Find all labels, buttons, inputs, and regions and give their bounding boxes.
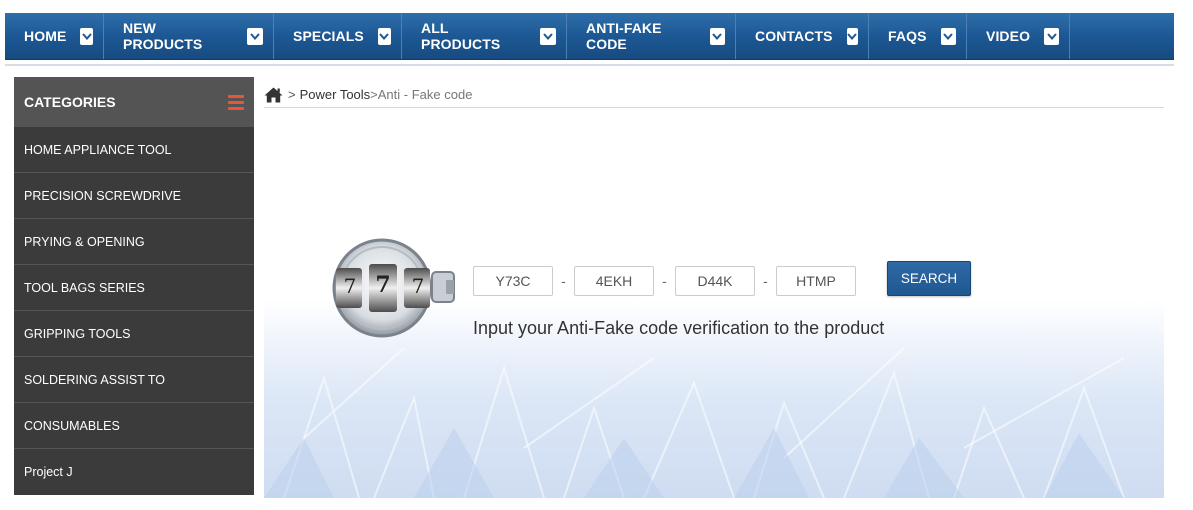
code-dash: - xyxy=(763,273,768,289)
nav-item-label: SPECIALS xyxy=(293,28,364,44)
breadcrumb-separator: > xyxy=(288,87,296,102)
hamburger-icon[interactable] xyxy=(228,94,244,110)
sidebar-item-consumables[interactable]: CONSUMABLES xyxy=(14,403,254,449)
main-nav: HOME NEW PRODUCTS SPECIALS ALL PRODUCTS … xyxy=(5,13,1174,60)
code-dash: - xyxy=(662,273,667,289)
chevron-down-icon[interactable] xyxy=(940,27,956,45)
anti-fake-panel: 7 7 7 - - - SEARCH Input your Anti-Fake … xyxy=(264,118,1164,498)
verification-hint: Input your Anti-Fake code verification t… xyxy=(473,318,885,338)
nav-item-new-products[interactable]: NEW PRODUCTS xyxy=(104,13,274,59)
code-input-2[interactable] xyxy=(574,266,654,296)
nav-item-specials[interactable]: SPECIALS xyxy=(274,13,402,59)
lock-digit: 7 xyxy=(375,272,391,298)
categories-sidebar: CATEGORIES HOME APPLIANCE TOOL PRECISION… xyxy=(14,77,254,495)
nav-item-anti-fake-code[interactable]: ANTI-FAKE CODE xyxy=(567,13,736,59)
sidebar-item-soldering-assist[interactable]: SOLDERING ASSIST TO xyxy=(14,357,254,403)
breadcrumb-current: >Anti - Fake code xyxy=(370,87,473,102)
nav-item-video[interactable]: VIDEO xyxy=(967,13,1070,59)
nav-divider xyxy=(5,64,1174,66)
sidebar-item-home-appliance-tool[interactable]: HOME APPLIANCE TOOL xyxy=(14,127,254,173)
chevron-down-icon[interactable] xyxy=(709,27,725,45)
nav-item-label: ALL PRODUCTS xyxy=(421,20,501,52)
nav-item-contacts[interactable]: CONTACTS xyxy=(736,13,869,59)
nav-item-label: CONTACTS xyxy=(755,28,833,44)
sidebar-item-project-j[interactable]: Project J xyxy=(14,449,254,495)
nav-item-label: FAQS xyxy=(888,28,927,44)
sidebar-item-tool-bags-series[interactable]: TOOL BAGS SERIES xyxy=(14,265,254,311)
nav-item-all-products[interactable]: ALL PRODUCTS xyxy=(402,13,567,59)
lock-digit: 7 xyxy=(411,274,425,298)
sidebar-item-precision-screwdrive[interactable]: PRECISION SCREWDRIVE xyxy=(14,173,254,219)
nav-item-label: VIDEO xyxy=(986,28,1031,44)
nav-item-home[interactable]: HOME xyxy=(5,13,104,59)
chevron-down-icon[interactable] xyxy=(377,27,391,45)
breadcrumb-link-power-tools[interactable]: Power Tools xyxy=(300,87,371,102)
nav-item-faqs[interactable]: FAQS xyxy=(869,13,967,59)
nav-item-label: NEW PRODUCTS xyxy=(123,20,203,52)
categories-title: CATEGORIES xyxy=(24,94,116,110)
chevron-down-icon[interactable] xyxy=(539,27,556,45)
breadcrumb: > Power Tools >Anti - Fake code xyxy=(264,82,1164,108)
home-icon[interactable] xyxy=(264,87,283,103)
combination-lock-icon: 7 7 7 xyxy=(332,234,464,347)
chevron-down-icon[interactable] xyxy=(80,27,93,45)
code-dash: - xyxy=(561,273,566,289)
lock-digit: 7 xyxy=(343,274,357,298)
sidebar-item-gripping-tools[interactable]: GRIPPING TOOLS xyxy=(14,311,254,357)
code-input-4[interactable] xyxy=(776,266,856,296)
categories-header: CATEGORIES xyxy=(14,77,254,127)
chevron-down-icon[interactable] xyxy=(846,27,858,45)
code-input-row: - - - xyxy=(473,266,856,296)
chevron-down-icon[interactable] xyxy=(1044,27,1059,45)
nav-item-label: HOME xyxy=(24,28,67,44)
search-button[interactable]: SEARCH xyxy=(887,261,971,296)
sidebar-item-prying-opening[interactable]: PRYING & OPENING xyxy=(14,219,254,265)
code-input-3[interactable] xyxy=(675,266,755,296)
chevron-down-icon[interactable] xyxy=(246,27,263,45)
nav-item-label: ANTI-FAKE CODE xyxy=(586,20,662,52)
code-input-1[interactable] xyxy=(473,266,553,296)
